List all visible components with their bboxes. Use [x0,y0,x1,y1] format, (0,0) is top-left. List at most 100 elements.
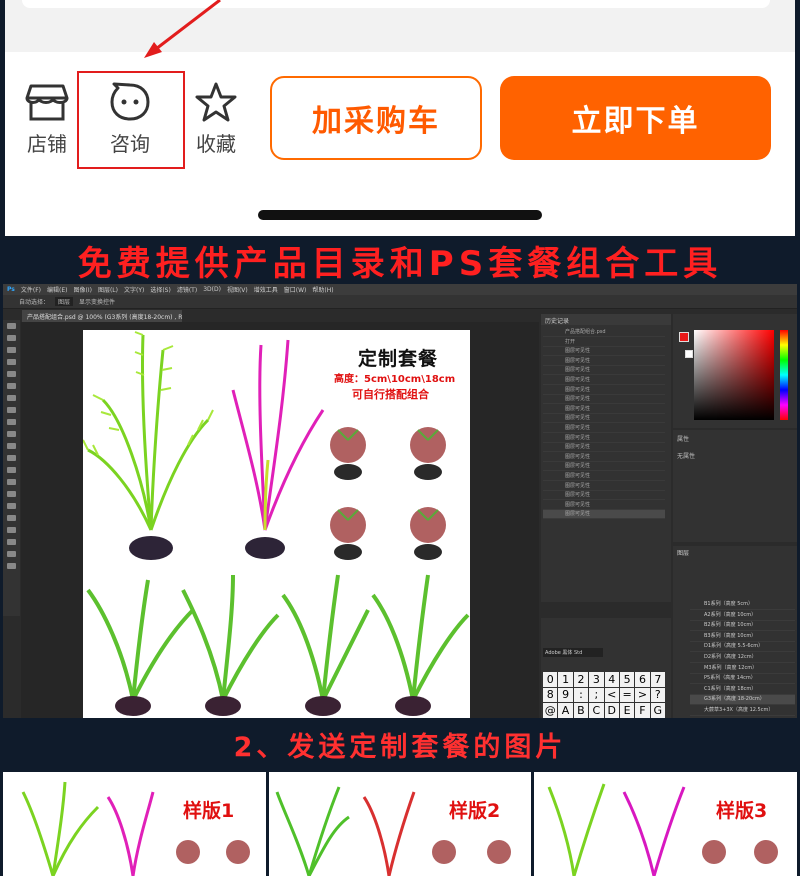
ps-menu-item[interactable]: 文字(Y) [124,285,144,294]
ps-properties-header: 属性 [677,436,690,443]
sample-panel-1: 样版1 [3,772,266,876]
ps-layer-item[interactable]: M3系列（高度 12cm） [690,664,795,674]
ps-glyph-cell[interactable]: > [635,687,650,703]
ps-history-item[interactable]: 图层可见性 [543,405,665,414]
ps-menu-item[interactable]: 图像(I) [74,285,92,294]
step-banner: 2、发送定制套餐的图片 [3,720,797,768]
ps-history-item[interactable]: 图层可见性 [543,482,665,491]
sample-panel-2: 样版2 [269,772,531,876]
ps-history-item[interactable]: 图层可见性 [543,472,665,481]
ps-layer-item[interactable]: B3系列（高度 10cm） [690,632,795,642]
ps-layer-item[interactable]: B1系列（高度 5cm） [690,600,795,610]
ps-history-item[interactable]: 图层可见性 [543,424,665,433]
canvas-title: 定制套餐 [358,348,439,370]
ps-glyph-cell[interactable]: 7 [650,672,665,687]
ps-menu-item[interactable]: 窗口(W) [284,285,307,294]
ps-history-item[interactable]: 图层可见性 [543,453,665,462]
ps-glyph-cell[interactable]: @ [543,703,558,718]
store-button[interactable]: 店铺 [12,82,82,157]
ps-menu-item[interactable]: 3D(D) [203,286,221,293]
ps-history-item[interactable]: 图层可见性 [543,386,665,395]
ps-glyph-cell[interactable]: 9 [558,687,573,703]
ps-layer-item[interactable]: D1系列（高度 5.5-6cm） [690,642,795,653]
ps-glyph-cell[interactable]: : [573,687,589,703]
ps-layer-item[interactable]: C1系列（高度 18cm） [690,685,795,695]
ps-layer-item[interactable]: D2系列（高度 12cm） [690,653,795,663]
ps-toolbar[interactable] [3,320,20,616]
ps-history-item[interactable]: 图层可见性 [543,395,665,405]
ps-layer-item[interactable]: P5系列（高度 14cm） [690,674,795,685]
ps-glyph-cell[interactable]: B [573,703,589,718]
ps-color-picker[interactable] [694,330,774,420]
ps-glyph-cell[interactable]: D [604,703,619,718]
ps-history-item[interactable]: 产品搭配组合.psd [543,328,665,337]
ps-menu-item[interactable]: 编辑(E) [47,285,67,294]
ps-glyph-cell[interactable]: ; [589,687,604,703]
home-indicator[interactable] [258,210,542,220]
buy-now-button[interactable]: 立即下单 [500,76,771,160]
sample-label-2: 样版2 [449,800,501,822]
chat-button[interactable]: 咨询 [95,82,165,157]
sample-panel-3: 样版3 [534,772,797,876]
ps-menu-item[interactable]: 选择(S) [150,285,171,294]
ps-glyph-cell[interactable]: < [604,687,619,703]
ps-history-header: 历史记录 [541,314,671,325]
ps-menu-item[interactable]: 增效工具 [254,285,278,294]
ps-history-item[interactable]: 图层可见性 [543,376,665,385]
background-color-swatch[interactable] [685,350,693,358]
ps-history-item[interactable]: 图层可见性 [543,357,665,366]
ps-history-item[interactable]: 图层可见性 [543,501,665,510]
ps-layer-item[interactable]: B2系列（高度 10cm） [690,621,795,632]
ps-glyph-cell[interactable]: G [650,703,665,718]
ps-glyph-cell[interactable]: 6 [635,672,650,687]
ps-history-item[interactable]: 图层可见性 [543,491,665,501]
ps-history-item[interactable]: 图层可见性 [543,366,665,376]
ps-glyph-cell[interactable]: 5 [619,672,635,687]
sample-plants-image [547,783,778,876]
ps-menu-item[interactable]: 滤镜(T) [177,285,197,294]
ps-history-item[interactable]: 图层可见性 [543,510,665,520]
ps-history-item[interactable]: 图层可见性 [543,347,665,357]
ps-options-bar: 自动选择： 图层 显示变换控件 [3,295,797,309]
ps-glyph-font[interactable]: Adobe 黑体 Std [543,648,603,657]
ps-glyph-cell[interactable]: 8 [543,687,558,703]
ps-option-transform[interactable]: 显示变换控件 [79,297,115,306]
ps-glyph-cell[interactable]: 3 [589,672,604,687]
ps-option-layer[interactable]: 图层 [55,297,74,306]
ps-glyph-cell[interactable]: ? [650,687,665,703]
ps-history-item[interactable]: 图层可见性 [543,414,665,424]
ps-menu-item[interactable]: 视图(V) [227,285,248,294]
ps-layer-item[interactable]: G3系列（高度 18-20cm） [690,695,795,706]
ps-history-item[interactable]: 图层可见性 [543,434,665,443]
chat-label: 咨询 [110,132,150,156]
ps-hue-slider[interactable] [780,330,788,420]
ps-glyph-grid[interactable]: 0 1 2 3 4 5 6 7 8 9:; < = >? @ A B C D E F G [543,672,665,718]
ps-layer-item[interactable]: 大蕨草3+3X（高度 12.5cm） [690,706,795,716]
promo-banner: 免费提供产品目录和PS套餐组合工具 [0,236,800,284]
ps-menu-item[interactable]: 帮助(H) [312,285,333,294]
ps-glyph-cell[interactable]: = [619,687,635,703]
ps-glyph-cell[interactable]: A [558,703,573,718]
ps-glyph-cell[interactable]: C [589,703,604,718]
ps-layer-item[interactable]: A2系列（高度 10cm） [690,611,795,621]
ps-glyph-cell[interactable]: 4 [604,672,619,687]
star-icon [195,82,237,122]
ps-menu-item[interactable]: 文件(F) [21,285,41,294]
ps-document-tab[interactable]: 产品搭配组合.psd @ 100% (G3系列 (高度18-20cm) , RG… [22,310,182,322]
ps-option-autoselect[interactable]: 自动选择： [19,297,49,306]
ps-glyph-cell[interactable]: 0 [543,672,558,687]
red-arrow-icon [144,0,221,58]
ps-history-item[interactable]: 图层可见性 [543,462,665,472]
screenshot-root: { "action_bar": { "store_label": "店铺", "… [0,0,800,876]
favorite-button[interactable]: 收藏 [181,82,251,157]
ps-properties-text: 无属性 [677,453,696,460]
ps-glyph-cell[interactable]: F [635,703,650,718]
foreground-color-swatch[interactable] [679,332,689,342]
add-to-cart-button[interactable]: 加采购车 [270,76,482,160]
ps-history-item[interactable]: 图层可见性 [543,443,665,453]
ps-glyph-cell[interactable]: 1 [558,672,573,687]
ps-menu-item[interactable]: 图层(L) [98,285,118,294]
ps-glyph-cell[interactable]: 2 [573,672,589,687]
ps-history-item[interactable]: 打开 [543,338,665,347]
ps-glyph-cell[interactable]: E [619,703,635,718]
